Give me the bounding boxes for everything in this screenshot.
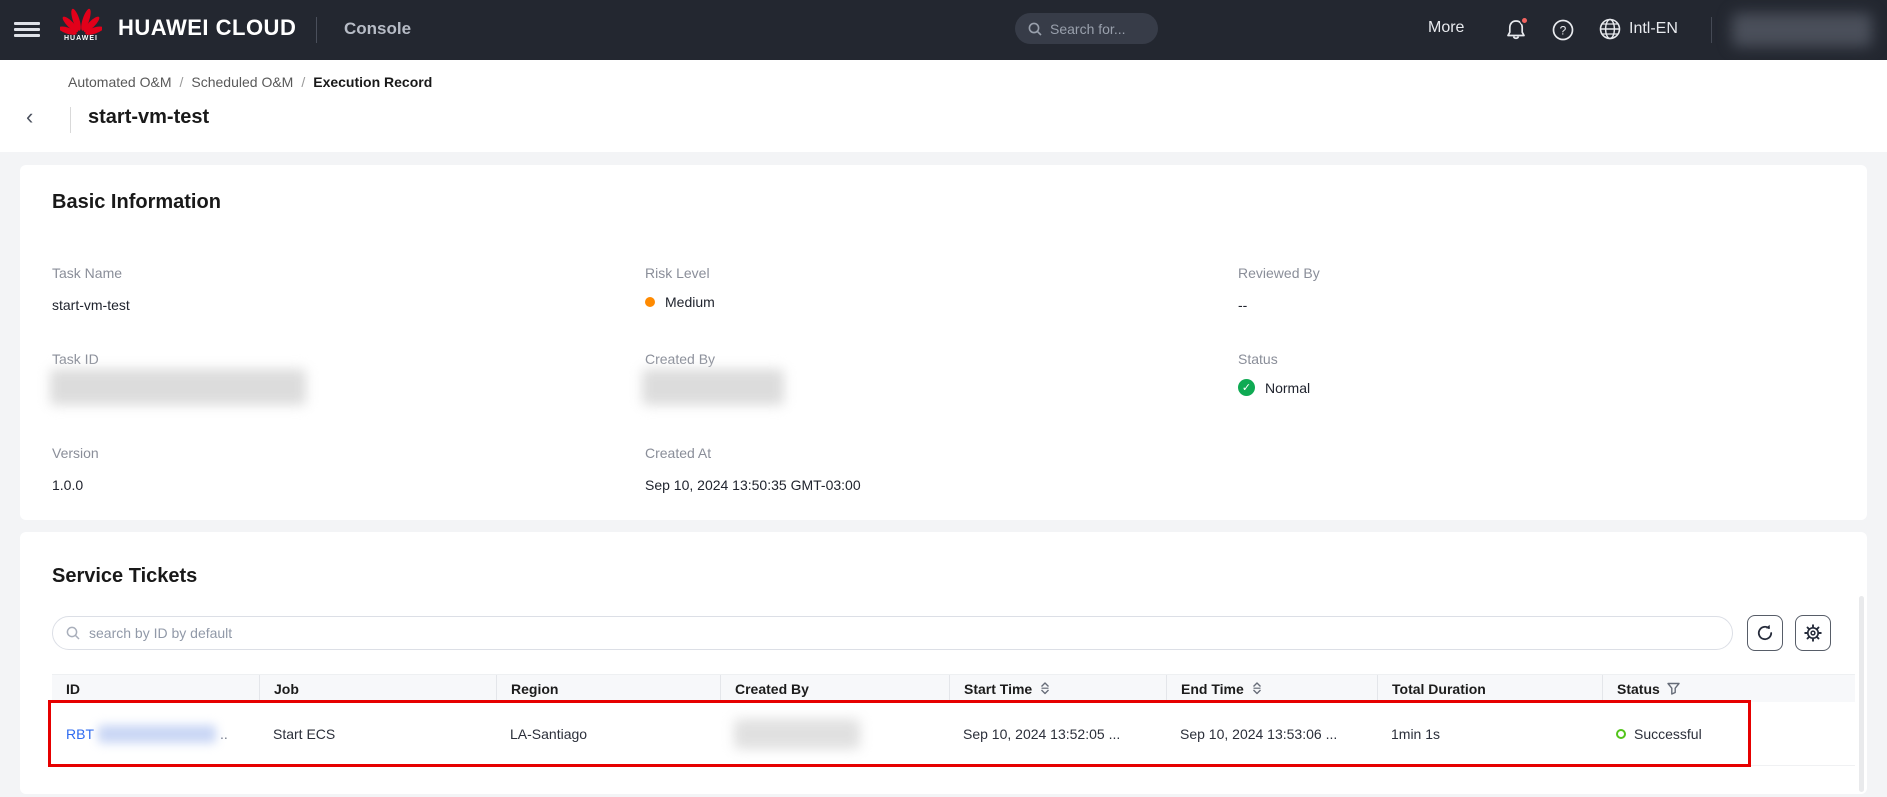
- risk-level-text: Medium: [665, 294, 715, 310]
- service-tickets-card: Service Tickets: [20, 532, 1867, 794]
- brand-title: HUAWEI CLOUD: [118, 15, 296, 41]
- column-header-start-time: Start Time: [949, 675, 1166, 702]
- search-icon: [1027, 21, 1043, 37]
- task-name-label: Task Name: [52, 265, 122, 281]
- basic-information-title: Basic Information: [52, 191, 221, 214]
- column-header-id: ID: [52, 675, 259, 702]
- sort-icon[interactable]: [1250, 681, 1264, 697]
- svg-text:?: ?: [1560, 24, 1567, 38]
- tickets-search-input[interactable]: [89, 625, 1720, 641]
- ticket-row[interactable]: RBT .. Start ECS LA-Santiago Sep 10, 202…: [52, 702, 1855, 766]
- more-menu[interactable]: More: [1428, 19, 1464, 37]
- column-header-total-duration: Total Duration: [1377, 675, 1602, 702]
- status-normal-check-icon: ✓: [1238, 379, 1255, 396]
- locale-label: Intl-EN: [1629, 20, 1678, 38]
- title-divider: [70, 107, 71, 133]
- topbar-divider: [316, 17, 317, 43]
- created-at-value: Sep 10, 2024 13:50:35 GMT-03:00: [645, 477, 861, 493]
- ticket-region-cell: LA-Santiago: [496, 702, 720, 765]
- refresh-icon: [1755, 623, 1775, 643]
- status-text: Normal: [1265, 380, 1310, 396]
- notification-badge-dot: [1520, 16, 1529, 25]
- reviewed-by-label: Reviewed By: [1238, 265, 1320, 281]
- huawei-logo-text: HUAWEI: [60, 35, 102, 42]
- column-header-job: Job: [259, 675, 496, 702]
- tickets-table-header: ID Job Region Created By Start Time End …: [52, 674, 1855, 702]
- breadcrumb-execution-record: Execution Record: [313, 74, 432, 90]
- created-by-label: Created By: [645, 351, 715, 367]
- page-title: start-vm-test: [88, 106, 209, 129]
- search-icon: [65, 625, 81, 641]
- globe-icon: [1597, 16, 1623, 42]
- breadcrumb-separator: /: [180, 74, 184, 90]
- success-ring-icon: [1616, 729, 1626, 739]
- page-header-area: Automated O&M / Scheduled O&M / Executio…: [0, 60, 1887, 152]
- ticket-duration-cell: 1min 1s: [1377, 702, 1602, 765]
- status-value: ✓ Normal: [1238, 379, 1310, 396]
- column-settings-button[interactable]: [1795, 615, 1831, 651]
- column-header-region: Region: [496, 675, 720, 702]
- ticket-id-link[interactable]: RBT: [66, 726, 94, 742]
- global-search-box[interactable]: [1015, 13, 1158, 44]
- gear-icon: [1803, 623, 1823, 643]
- help-icon[interactable]: ?: [1549, 16, 1577, 44]
- basic-information-card: Basic Information Task Name start-vm-tes…: [20, 165, 1867, 520]
- column-header-created-by: Created By: [720, 675, 949, 702]
- locale-switcher[interactable]: Intl-EN: [1597, 16, 1678, 42]
- task-id-label: Task ID: [52, 351, 99, 367]
- risk-level-value: Medium: [645, 294, 715, 310]
- column-header-status: Status: [1602, 675, 1855, 702]
- global-search-input[interactable]: [1050, 21, 1140, 37]
- breadcrumb-scheduled-om[interactable]: Scheduled O&M: [191, 74, 293, 90]
- created-at-label: Created At: [645, 445, 711, 461]
- filter-funnel-icon[interactable]: [1666, 681, 1681, 696]
- account-name-redacted[interactable]: [1732, 13, 1872, 47]
- refresh-button[interactable]: [1747, 615, 1783, 651]
- breadcrumb: Automated O&M / Scheduled O&M / Executio…: [68, 74, 432, 90]
- created-by-redacted: [734, 719, 860, 749]
- notifications-bell-icon[interactable]: [1502, 16, 1530, 44]
- ticket-id-redacted: [98, 725, 216, 743]
- task-id-redacted: [50, 369, 306, 405]
- topbar-divider: [1711, 17, 1712, 43]
- sort-icon[interactable]: [1038, 681, 1052, 697]
- column-header-end-time: End Time: [1166, 675, 1377, 702]
- back-chevron-icon[interactable]: ‹: [26, 104, 33, 130]
- ticket-status-text: Successful: [1634, 726, 1702, 742]
- reviewed-by-value: --: [1238, 297, 1247, 313]
- hamburger-menu-icon[interactable]: [14, 19, 40, 41]
- ticket-status-cell: Successful: [1602, 702, 1855, 765]
- created-by-redacted: [642, 369, 784, 405]
- table-scrollbar[interactable]: [1859, 596, 1864, 792]
- ticket-created-by-cell: [720, 702, 949, 765]
- service-tickets-title: Service Tickets: [52, 565, 197, 588]
- huawei-flower-icon: [60, 6, 102, 36]
- ticket-start-time-cell: Sep 10, 2024 13:52:05 ...: [949, 702, 1166, 765]
- risk-level-label: Risk Level: [645, 265, 710, 281]
- huawei-cloud-console-screen: HUAWEI HUAWEI CLOUD Console More ?: [0, 0, 1887, 797]
- ticket-job-cell: Start ECS: [259, 702, 496, 765]
- ticket-end-time-cell: Sep 10, 2024 13:53:06 ...: [1166, 702, 1377, 765]
- ticket-id-cell[interactable]: RBT ..: [52, 702, 259, 765]
- breadcrumb-automated-om[interactable]: Automated O&M: [68, 74, 172, 90]
- top-navigation-bar: HUAWEI HUAWEI CLOUD Console More ?: [0, 0, 1887, 60]
- status-label: Status: [1238, 351, 1278, 367]
- breadcrumb-separator: /: [301, 74, 305, 90]
- tickets-search-box[interactable]: [52, 616, 1733, 650]
- console-link[interactable]: Console: [344, 19, 411, 39]
- risk-medium-dot-icon: [645, 297, 655, 307]
- version-label: Version: [52, 445, 99, 461]
- task-name-value: start-vm-test: [52, 297, 130, 313]
- huawei-logo[interactable]: HUAWEI: [60, 6, 102, 54]
- version-value: 1.0.0: [52, 477, 83, 493]
- ticket-id-truncation: ..: [220, 726, 228, 742]
- question-glyph: ?: [1549, 16, 1577, 44]
